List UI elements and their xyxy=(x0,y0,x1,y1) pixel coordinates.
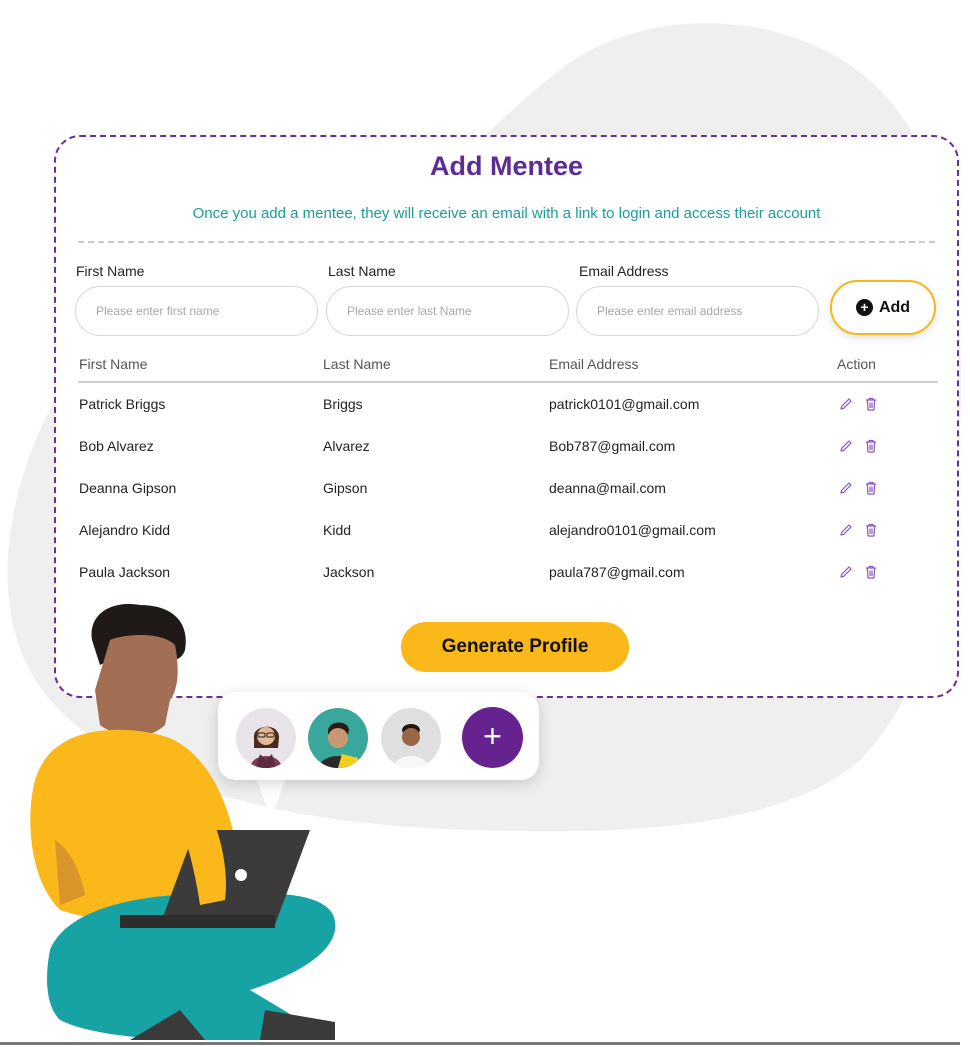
cell-last-name: Gipson xyxy=(323,480,368,496)
cell-first-name: Bob Alvarez xyxy=(79,438,154,454)
table-row: Deanna Gipson Gipson deanna@mail.com xyxy=(56,480,957,522)
table-header-divider xyxy=(78,381,938,383)
cell-first-name: Patrick Briggs xyxy=(79,396,166,412)
cell-email: paula787@gmail.com xyxy=(549,564,685,580)
subtitle: Once you add a mentee, they will receive… xyxy=(192,205,821,222)
cell-email: patrick0101@gmail.com xyxy=(549,396,700,412)
row-actions xyxy=(838,564,879,580)
cell-first-name: Deanna Gipson xyxy=(79,480,177,496)
pencil-icon[interactable] xyxy=(838,480,854,496)
row-actions xyxy=(838,396,879,412)
first-name-label: First Name xyxy=(76,263,145,279)
avatar xyxy=(308,708,368,768)
cell-first-name: Alejandro Kidd xyxy=(79,522,171,538)
pencil-icon[interactable] xyxy=(838,438,854,454)
pencil-icon[interactable] xyxy=(838,564,854,580)
pencil-icon[interactable] xyxy=(838,396,854,412)
row-actions xyxy=(838,438,879,454)
avatar xyxy=(381,708,441,768)
last-name-label: Last Name xyxy=(328,263,396,279)
column-header-action: Action xyxy=(837,356,876,372)
column-header-first-name: First Name xyxy=(79,356,148,372)
add-button-label: Add xyxy=(878,298,911,316)
first-name-input[interactable] xyxy=(75,286,318,336)
trash-icon[interactable] xyxy=(863,396,879,412)
email-label: Email Address xyxy=(579,263,669,279)
row-actions xyxy=(838,522,879,538)
mentees-bubble: + xyxy=(218,692,539,780)
cell-last-name: Kidd xyxy=(323,522,352,538)
table-row: Patrick Briggs Briggs patrick0101@gmail.… xyxy=(56,396,957,438)
bubble-tail xyxy=(255,775,287,819)
row-actions xyxy=(838,480,879,496)
trash-icon[interactable] xyxy=(863,564,879,580)
add-mentee-avatar-button[interactable]: + xyxy=(462,707,523,768)
trash-icon[interactable] xyxy=(863,438,879,454)
table-row: Bob Alvarez Alvarez Bob787@gmail.com xyxy=(56,438,957,480)
pencil-icon[interactable] xyxy=(838,522,854,538)
plus-circle-icon: + xyxy=(855,299,873,316)
column-header-last-name: Last Name xyxy=(323,356,391,372)
page-title: Add Mentee xyxy=(419,151,594,182)
cell-first-name: Paula Jackson xyxy=(79,564,171,580)
cell-last-name: Alvarez xyxy=(323,438,370,454)
table-row: Alejandro Kidd Kidd alejandro0101@gmail.… xyxy=(56,522,957,564)
trash-icon[interactable] xyxy=(863,480,879,496)
cell-email: deanna@mail.com xyxy=(549,480,666,496)
person-with-laptop-illustration xyxy=(30,604,336,1040)
last-name-input[interactable] xyxy=(326,286,569,336)
column-header-email: Email Address xyxy=(549,356,639,372)
cell-last-name: Briggs xyxy=(323,396,363,412)
trash-icon[interactable] xyxy=(863,522,879,538)
cell-last-name: Jackson xyxy=(323,564,375,580)
floor-line xyxy=(0,1042,960,1045)
divider xyxy=(78,241,935,243)
cell-email: Bob787@gmail.com xyxy=(549,438,676,454)
avatar xyxy=(236,708,296,768)
email-input[interactable] xyxy=(576,286,819,336)
generate-profile-button[interactable]: Generate Profile xyxy=(401,622,629,672)
cell-email: alejandro0101@gmail.com xyxy=(549,522,716,538)
add-button[interactable]: + Add xyxy=(830,280,936,335)
